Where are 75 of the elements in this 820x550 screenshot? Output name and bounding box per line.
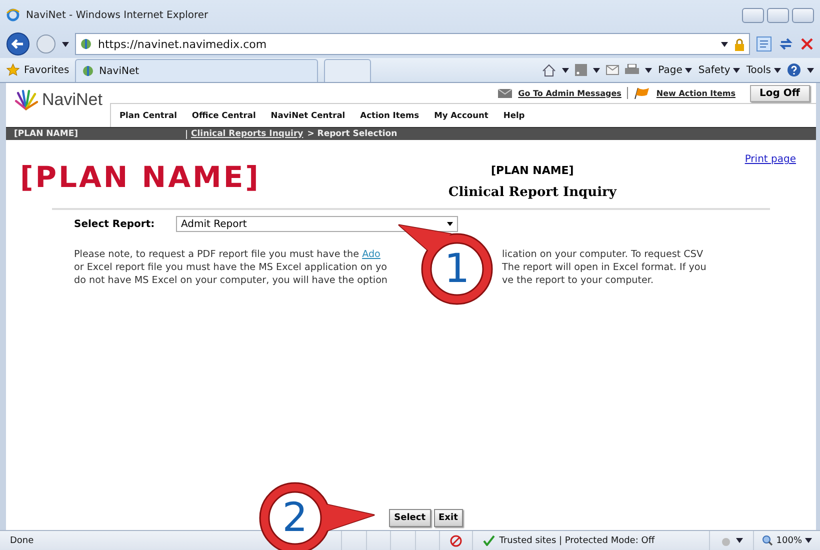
check-icon [483,535,496,546]
document-link[interactable]: Ado [362,249,380,260]
help-icon[interactable] [787,63,801,77]
caret-icon[interactable] [645,68,652,72]
caret-icon[interactable] [807,68,814,72]
caret-icon[interactable] [593,68,600,72]
report-dropdown[interactable]: Admit Report [176,216,458,232]
note-text: do not have MS Excel on your computer, you will have the option [74,274,388,287]
back-button[interactable] [6,32,30,56]
nav-link[interactable]: My Account [434,110,488,127]
caret-icon[interactable] [721,42,728,46]
admin-messages-link[interactable]: Go To Admin Messages [518,88,622,98]
note-text: The report will open in Excel format. If you [502,261,706,274]
breadcrumb-current: > Report Selection [307,129,398,139]
nav-link[interactable]: Action Items [360,110,420,127]
nav-link[interactable]: Help [503,110,525,127]
plan-label: [PLAN NAME] [13,129,80,139]
compatibility-icon[interactable] [756,36,772,52]
close-button[interactable] [792,8,814,22]
feed-icon[interactable] [575,64,588,76]
window-title: NaviNet - Windows Internet Explorer [26,10,208,20]
command-menu[interactable]: Tools [746,64,771,76]
site-icon [80,38,92,50]
refresh-icon[interactable] [778,36,794,52]
status-text: Done [9,536,35,546]
browser-tab[interactable]: NaviNet [75,59,318,82]
caret-icon[interactable] [805,538,812,543]
breadcrumb-link[interactable]: Clinical Reports Inquiry [186,130,304,138]
caret-icon[interactable] [736,538,744,543]
brand-name: [PLAN NAME] [20,159,262,196]
page-heading: [PLAN NAME] [490,164,574,177]
form-button[interactable]: Select [389,509,431,527]
command-menu[interactable]: Safety [698,64,730,76]
log-off-button[interactable]: Log Off [750,84,810,102]
lock-icon [734,38,745,50]
caret-icon[interactable] [562,68,570,72]
maximize-button[interactable] [767,8,789,22]
browser-logo-icon [6,8,20,22]
home-icon[interactable] [542,64,556,76]
magnifier-icon[interactable] [762,535,774,546]
caret-icon[interactable] [685,68,692,72]
privacy-icon[interactable] [450,534,462,546]
action-items-link[interactable]: New Action Items [656,88,736,98]
printer-icon[interactable] [625,64,640,76]
mail-icon[interactable] [606,65,620,75]
address-field[interactable]: https://navinet.navimedix.com [75,33,750,55]
logo-text: NaviNet [42,90,102,110]
nav-link[interactable]: Plan Central [119,110,177,127]
note-text: ve the report to your computer. [502,274,654,287]
caret-icon[interactable] [774,68,781,72]
note-text: Please note, to request a PDF report file you must have the Ado [74,248,380,261]
flag-icon [627,87,650,99]
minimize-button[interactable] [742,8,764,22]
callout-number: 1 [443,247,471,291]
mail-icon [498,88,512,98]
note-text: or Excel report file you must have the MS Excel application on yo [74,261,388,274]
caret-icon[interactable] [733,68,740,72]
star-icon [6,63,20,77]
favorites-button[interactable]: Favorites [6,63,70,77]
callout-number: 2 [281,496,309,540]
nav-link[interactable]: NaviNet Central [270,110,346,127]
site-icon [82,65,94,77]
caret-icon [447,222,453,226]
nav-link[interactable]: Office Central [192,110,256,127]
note-text: lication on your computer. To request CSV [502,248,704,261]
print-page-link[interactable]: Print page [744,154,802,165]
command-menu[interactable]: Page [658,64,682,76]
page-subheading: Clinical Report Inquiry [448,185,616,200]
stop-icon[interactable] [800,37,814,51]
logo-icon [14,89,38,111]
caret-icon[interactable] [62,42,69,46]
select-label: Select Report: [74,218,156,230]
security-zone[interactable]: Trusted sites | Protected Mode: Off [499,536,700,546]
form-button[interactable]: Exit [434,509,463,527]
zoom-level[interactable]: 100% [776,536,802,546]
